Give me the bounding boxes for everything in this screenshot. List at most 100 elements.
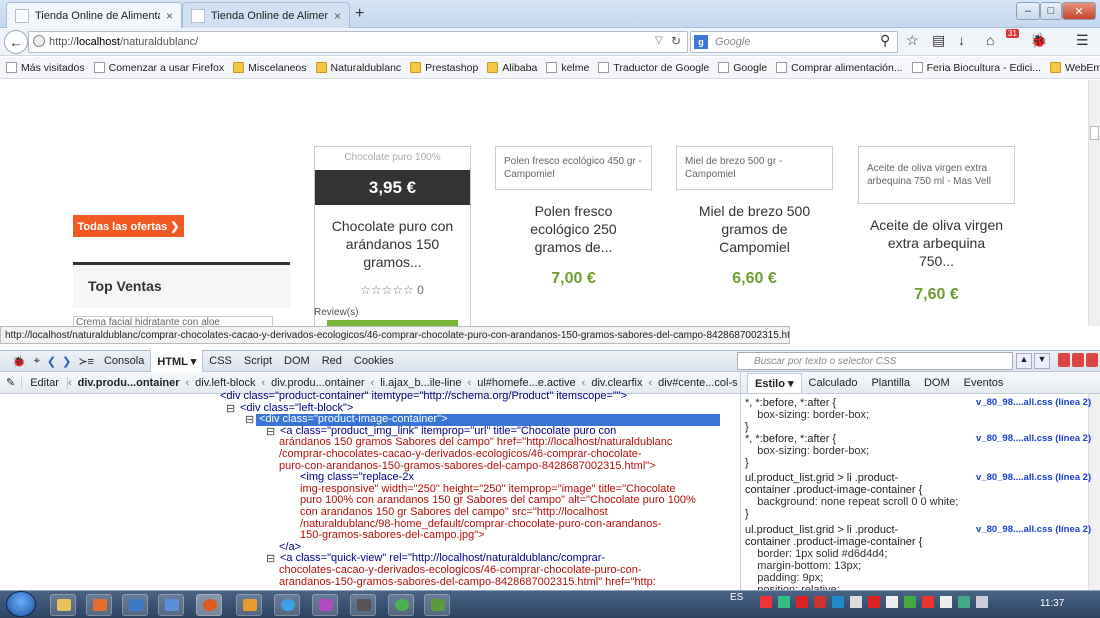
tab-cookies[interactable]: Cookies [348,350,400,372]
tab-console[interactable]: Consola [98,350,150,372]
office-icon[interactable] [236,594,262,616]
bookmark-item[interactable]: Comprar alimentación... [776,62,903,74]
product-image-placeholder[interactable]: Miel de brezo 500 gr - Campomiel [676,146,833,190]
css-rule-line[interactable]: ul.product_list.grid > li .product- [745,524,898,536]
command-line-icon[interactable]: ≻≡ [74,355,98,368]
product-image-placeholder[interactable]: Aceite de oliva virgen extra arbequina 7… [858,146,1015,204]
tray-icon[interactable] [760,596,772,608]
collapse-toggle-icon[interactable]: ⊟ [266,425,275,438]
tray-icon[interactable] [904,596,916,608]
bookmark-item[interactable]: Comenzar a usar Firefox [93,62,224,74]
firebug-search-input[interactable]: Buscar por texto o selector CSS [737,352,1013,370]
html-node-line[interactable]: 150-gramos-sabores-del-campo.jpg"> [300,529,485,541]
product-name[interactable]: Chocolate puro con arándanos 150 gramos.… [315,217,470,271]
breadcrumb-item[interactable]: div.produ...ontainer [72,377,186,389]
bookmark-item[interactable]: Más visitados [6,62,85,74]
firebug-icon[interactable]: 🐞 [1030,32,1047,49]
back-arrow-icon[interactable]: ← [4,30,28,54]
html-node-line[interactable]: puro 100% con arandanos 150 gr Sabores d… [300,494,696,506]
app-icon-purple[interactable] [312,594,338,616]
css-rule-line[interactable]: *, *:before, *:after { [745,433,836,445]
bookmarks-list-icon[interactable]: ▤ [932,32,945,49]
css-source-link[interactable]: v_80_98....all.css (línea 2) [976,397,1091,408]
tab-css[interactable]: CSS [203,350,238,372]
firebug-close-icon[interactable] [1086,353,1098,367]
css-source-link[interactable]: v_80_98....all.css (línea 2) [976,524,1091,535]
home-icon[interactable]: ⌂ [986,32,994,48]
html-node-line[interactable]: <img class="replace-2x [300,471,414,483]
network-icon[interactable] [958,596,970,608]
css-rule-line[interactable]: border: 1px solid #d6d4d4; [745,548,887,560]
tab-net[interactable]: Red [316,350,348,372]
search-input[interactable]: Google [690,31,898,53]
product-name[interactable]: Aceite de oliva virgen extra arbequina 7… [858,216,1015,270]
tray-icon[interactable] [868,596,880,608]
maximize-button[interactable]: □ [1040,2,1062,20]
tray-icon[interactable] [922,596,934,608]
url-bar[interactable]: http://localhost/naturaldublanc/ [28,31,688,53]
collapse-toggle-icon[interactable]: ⊟ [226,402,235,415]
bookmark-item[interactable]: Naturaldublanc [315,62,401,74]
css-rule-line[interactable]: ul.product_list.grid > li .product- [745,472,898,484]
download-icon[interactable]: ↓ [958,32,965,48]
browser-tab-1[interactable]: Tienda Online de Alimenta... × [6,2,182,28]
html-node-line[interactable]: chocolates-cacao-y-derivados-ecologicos/… [279,564,642,576]
scrollbar-thumb[interactable] [1090,126,1099,140]
html-node-line[interactable]: con arandanos 150 gr Sabores del campo" … [300,506,608,518]
html-node-line[interactable]: arandanos-150-gramos-sabores-del-campo-8… [279,576,656,588]
new-tab-button[interactable]: + [355,5,364,23]
html-node-line[interactable]: </a> [279,541,301,553]
tab-layout[interactable]: Plantilla [864,377,917,389]
tray-icon[interactable] [814,596,826,608]
html-node-line[interactable]: <div class="product-image-container"> [259,413,448,425]
html-node-line[interactable]: <a class="quick-view" rel="http://localh… [280,552,605,564]
breadcrumb-item[interactable]: div.left-block [189,377,261,389]
css-rule-line[interactable]: box-sizing: border-box; [745,409,869,421]
search-icon[interactable]: ⚲ [880,32,890,49]
search-prev-icon[interactable]: ▲ [1016,353,1032,369]
media-player-icon[interactable] [86,594,112,616]
css-rule-line[interactable]: } [745,421,749,433]
tab-dom[interactable]: DOM [278,350,316,372]
bookmark-item[interactable]: Google [718,62,767,74]
css-rule-line[interactable]: } [745,508,749,520]
bookmark-item[interactable]: kelme [546,62,589,74]
bookmark-item[interactable]: WebEmpresa [1049,62,1100,74]
bookmark-star-icon[interactable]: ☆ [906,32,919,49]
tray-icon[interactable] [850,596,862,608]
html-node-line[interactable]: <a class="product_img_link" itemprop="ur… [280,425,616,437]
bookmark-item[interactable]: Prestashop [410,62,478,74]
volume-icon[interactable] [976,596,988,608]
collapse-toggle-icon[interactable]: ⊟ [245,413,254,426]
css-rule-line[interactable]: container .product-image-container { [745,484,922,496]
dreamweaver-icon[interactable] [424,594,450,616]
css-rule-line[interactable]: container .product-image-container { [745,536,922,548]
tab-events[interactable]: Eventos [957,377,1011,389]
google-engine-icon[interactable]: g [694,35,708,49]
html-node-line[interactable]: arándanos 150 gramos Sabores del campo" … [279,436,672,448]
tab-dom-side[interactable]: DOM [917,377,957,389]
html-node-line[interactable]: <div class="product-container" itemtype=… [220,390,627,402]
back-icon[interactable]: ❮ [44,355,59,368]
css-rule-line[interactable]: margin-bottom: 13px; [745,560,861,572]
collapse-toggle-icon[interactable]: ⊟ [266,552,275,565]
tab-computed[interactable]: Calculado [802,377,865,389]
browser-tab-2[interactable]: Tienda Online de Alimenta... × [182,2,350,28]
product-image-placeholder[interactable]: Polen fresco ecológico 450 gr - Campomie… [495,146,652,190]
tray-icon[interactable] [940,596,952,608]
html-node-line[interactable]: puro-con-arandanos-150-gramos-sabores-de… [279,460,656,472]
close-window-button[interactable]: ✕ [1062,2,1096,20]
tray-icon[interactable] [832,596,844,608]
firebug-minimize-icon[interactable] [1058,353,1070,367]
breadcrumb-item[interactable]: div.clearfix [585,377,648,389]
reload-icon[interactable]: ↻ [671,34,681,48]
tab-close-icon[interactable]: × [166,9,173,23]
edit-icon[interactable]: ✎ [0,376,21,389]
start-button[interactable] [6,591,36,617]
product-name[interactable]: Miel de brezo 500 gramos de Campomiel [676,202,833,256]
mail-icon[interactable] [158,594,184,616]
html-node-line[interactable]: /comprar-chocolates-cacao-y-derivados-ec… [279,448,642,460]
bookmark-item[interactable]: Alibaba [487,62,537,74]
css-panel-scrollbar[interactable] [1088,394,1100,590]
html-node-line[interactable]: /naturaldublanc/98-home_default/comprar-… [300,518,661,530]
